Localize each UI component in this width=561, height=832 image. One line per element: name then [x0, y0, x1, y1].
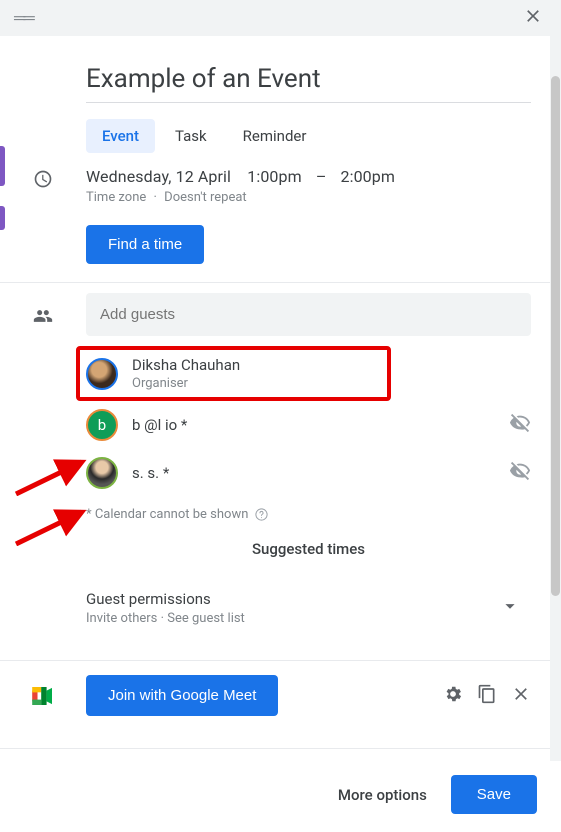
scrollbar-thumb[interactable]: [551, 76, 560, 596]
suggested-times-button[interactable]: Suggested times: [86, 540, 531, 558]
dialog-header: ══: [0, 0, 561, 36]
guest-name: s. s. *: [132, 464, 169, 482]
drag-handle-icon[interactable]: ══: [14, 8, 33, 28]
google-meet-icon: [32, 687, 54, 705]
find-time-button[interactable]: Find a time: [86, 225, 204, 264]
copy-meet-button[interactable]: [477, 684, 497, 708]
timezone-link[interactable]: Time zone: [86, 190, 146, 205]
guest-name: Diksha Chauhan: [132, 356, 240, 374]
clock-icon: [33, 169, 53, 189]
guest-permissions-row[interactable]: Guest permissions Invite others · See gu…: [0, 580, 561, 642]
calendar-stub: [0, 206, 5, 230]
more-options-button[interactable]: More options: [330, 776, 435, 814]
scrollbar-track[interactable]: [550, 36, 561, 768]
close-button[interactable]: [519, 2, 547, 34]
copy-icon: [477, 684, 497, 704]
visibility-off-icon[interactable]: [509, 460, 531, 486]
avatar: b: [86, 409, 118, 441]
permissions-see: See guest list: [167, 611, 245, 626]
end-time[interactable]: 2:00pm: [341, 167, 395, 186]
add-guests-input[interactable]: [86, 293, 531, 336]
people-icon: [33, 306, 53, 326]
permissions-invite: Invite others: [86, 611, 157, 626]
guest-name: b @l io *: [132, 416, 187, 434]
type-tabs: Event Task Reminder: [86, 119, 561, 153]
tab-task[interactable]: Task: [159, 119, 223, 153]
visibility-off-icon[interactable]: [509, 412, 531, 438]
divider: [0, 748, 561, 749]
close-icon: [511, 684, 531, 704]
dialog-footer: More options Save: [0, 761, 561, 832]
avatar: [86, 457, 118, 489]
event-title-input[interactable]: Example of an Event: [86, 64, 531, 103]
datetime-row[interactable]: Wednesday, 12 April 1:00pm – 2:00pm: [86, 167, 531, 186]
guest-role: Organiser: [132, 376, 240, 391]
permissions-title: Guest permissions: [86, 590, 245, 608]
guest-row[interactable]: s. s. *: [86, 449, 531, 497]
guest-row-organiser[interactable]: Diksha Chauhan Organiser: [76, 346, 391, 401]
calendar-stub: [0, 146, 5, 186]
gear-icon: [443, 684, 463, 704]
remove-meet-button[interactable]: [511, 684, 531, 708]
meet-settings-button[interactable]: [443, 684, 463, 708]
tab-reminder[interactable]: Reminder: [227, 119, 323, 153]
time-separator: –: [316, 167, 327, 186]
save-button[interactable]: Save: [451, 775, 537, 814]
tab-event[interactable]: Event: [86, 119, 155, 153]
guest-row[interactable]: b b @l io *: [86, 401, 531, 449]
event-date[interactable]: Wednesday, 12 April: [86, 167, 231, 186]
help-icon[interactable]: [254, 507, 269, 522]
calendar-footnote: * Calendar cannot be shown: [86, 507, 531, 522]
dot-separator: ·: [154, 190, 157, 205]
start-time[interactable]: 1:00pm: [247, 167, 301, 186]
close-icon: [523, 6, 543, 26]
join-meet-button[interactable]: Join with Google Meet: [86, 675, 278, 716]
chevron-down-icon[interactable]: [499, 595, 521, 621]
repeat-link[interactable]: Doesn't repeat: [164, 190, 247, 205]
avatar: [86, 358, 118, 390]
